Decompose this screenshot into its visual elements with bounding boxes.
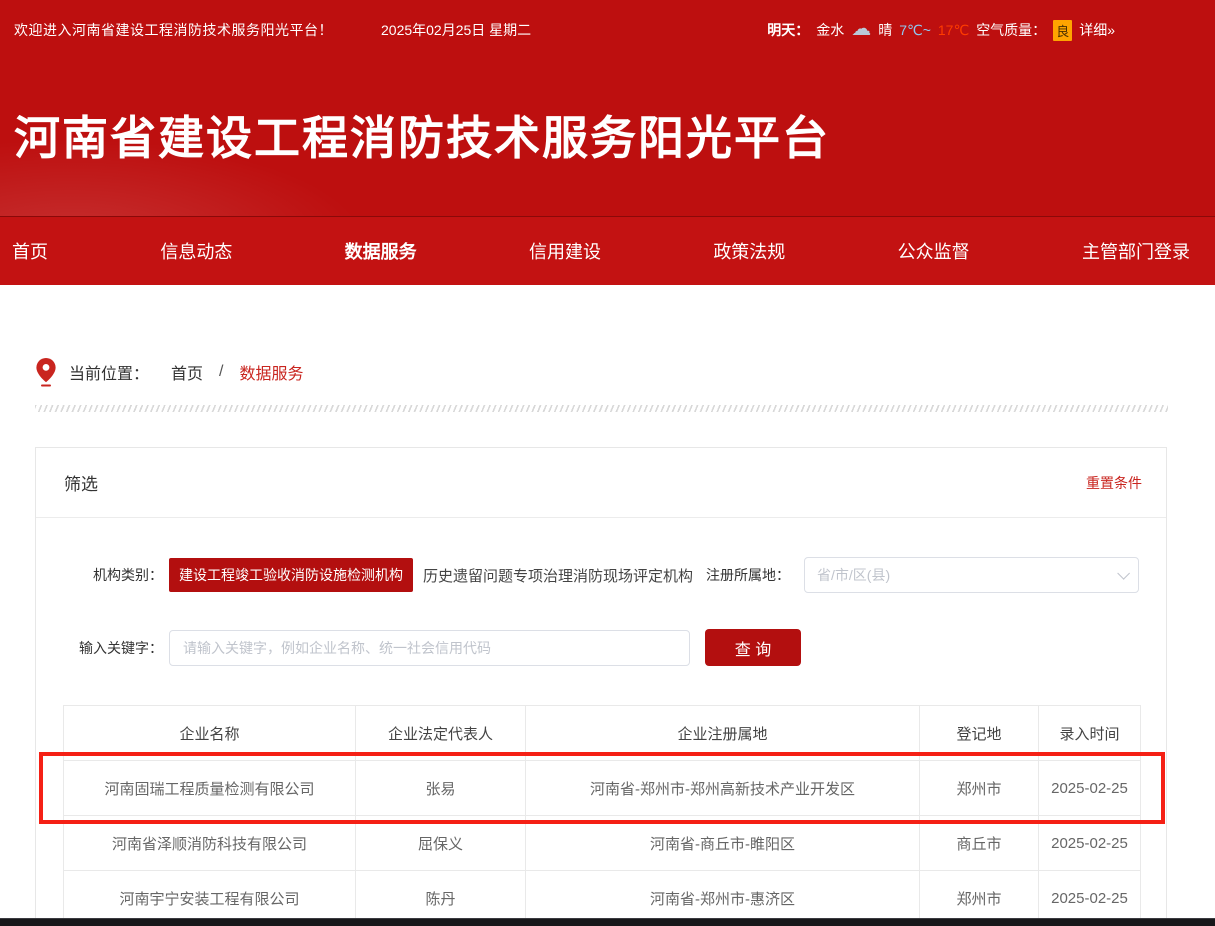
weather-widget: 明天： 金水 ☁ 晴 7℃~ 17℃ 空气质量： 良 详细» (767, 20, 1115, 41)
nav-item-news[interactable]: 信息动态 (160, 238, 232, 264)
table-header-row: 企业名称 企业法定代表人 企业注册属地 登记地 录入时间 (64, 706, 1141, 761)
air-quality-badge: 良 (1053, 20, 1072, 41)
breadcrumb-home-link[interactable]: 首页 (171, 360, 203, 384)
region-label: 注册所属地： (706, 565, 790, 585)
cell-company-name: 河南固瑞工程质量检测有限公司 (64, 761, 356, 816)
category-filter-row: 机构类别： 建设工程竣工验收消防设施检测机构 历史遗留问题专项治理消防现场评定机… (63, 557, 1139, 593)
breadcrumb: 当前位置： 首页 / 数据服务 (35, 355, 1215, 389)
nav-item-supervision[interactable]: 公众监督 (898, 238, 970, 264)
weather-detail-link[interactable]: 详细» (1079, 20, 1115, 40)
keyword-input[interactable] (169, 630, 690, 666)
filter-panel: 筛选 重置条件 机构类别： 建设工程竣工验收消防设施检测机构 历史遗留问题专项治… (35, 447, 1167, 926)
date-text: 2025年02月25日 星期二 (381, 20, 531, 40)
breadcrumb-current-link[interactable]: 数据服务 (239, 360, 303, 384)
reset-filters-link[interactable]: 重置条件 (1086, 473, 1142, 493)
weather-condition: 晴 (878, 20, 892, 40)
location-label: 当前位置： (69, 360, 149, 384)
cell-registered-location: 河南省-郑州市-郑州高新技术产业开发区 (526, 761, 920, 816)
region-select-placeholder: 省/市/区(县) (817, 565, 1117, 585)
category-option-selected[interactable]: 建设工程竣工验收消防设施检测机构 (169, 558, 413, 592)
region-select[interactable]: 省/市/区(县) (804, 557, 1139, 593)
main-nav: 首页 信息动态 数据服务 信用建设 政策法规 公众监督 主管部门登录 (0, 216, 1215, 285)
region-filter-group: 注册所属地： 省/市/区(县) (706, 557, 1139, 593)
cloud-weather-icon: ☁ (851, 19, 871, 39)
slash-divider (35, 405, 1168, 412)
tomorrow-label: 明天： (767, 20, 809, 40)
table-row[interactable]: 河南省泽顺消防科技有限公司 屈保义 河南省-商丘市-睢阳区 商丘市 2025-0… (64, 816, 1141, 871)
nav-item-admin-login[interactable]: 主管部门登录 (1082, 238, 1190, 264)
nav-item-home[interactable]: 首页 (12, 238, 48, 264)
filter-panel-title: 筛选 (64, 470, 98, 495)
col-company-name: 企业名称 (64, 706, 356, 761)
site-banner: 河南省建设工程消防技术服务阳光平台 (0, 60, 1215, 216)
cell-legal-representative: 张易 (356, 761, 526, 816)
temp-high: 17℃ (938, 22, 969, 39)
district-name: 金水 (816, 20, 844, 40)
filter-panel-body: 机构类别： 建设工程竣工验收消防设施检测机构 历史遗留问题专项治理消防现场评定机… (36, 557, 1166, 926)
breadcrumb-separator: / (219, 363, 223, 381)
nav-item-data-service[interactable]: 数据服务 (345, 238, 417, 264)
col-registration-city: 登记地 (920, 706, 1039, 761)
cell-company-name: 河南省泽顺消防科技有限公司 (64, 816, 356, 871)
air-quality-label: 空气质量： (976, 20, 1046, 40)
welcome-text: 欢迎进入河南省建设工程消防技术服务阳光平台！ (14, 20, 333, 40)
temp-low: 7℃~ (899, 22, 931, 39)
cell-registration-city: 商丘市 (920, 816, 1039, 871)
keyword-label: 输入关键字： (63, 638, 163, 658)
page: 欢迎进入河南省建设工程消防技术服务阳光平台！ 2025年02月25日 星期二 明… (0, 0, 1215, 926)
top-info-bar: 欢迎进入河南省建设工程消防技术服务阳光平台！ 2025年02月25日 星期二 明… (0, 0, 1215, 60)
site-title: 河南省建设工程消防技术服务阳光平台 (14, 102, 1215, 168)
col-legal-representative: 企业法定代表人 (356, 706, 526, 761)
filter-panel-header: 筛选 重置条件 (36, 448, 1166, 518)
location-pin-icon (35, 357, 57, 387)
category-label: 机构类别： (63, 565, 163, 585)
col-registered-location: 企业注册属地 (526, 706, 920, 761)
cell-registration-city: 郑州市 (920, 761, 1039, 816)
cell-entry-date: 2025-02-25 (1039, 816, 1141, 871)
nav-item-credit[interactable]: 信用建设 (529, 238, 601, 264)
category-option-unselected[interactable]: 历史遗留问题专项治理消防现场评定机构 (423, 565, 693, 586)
keyword-filter-row: 输入关键字： 查 询 (63, 629, 1139, 666)
chevron-down-icon (1117, 567, 1130, 580)
cell-entry-date: 2025-02-25 (1039, 761, 1141, 816)
col-entry-date: 录入时间 (1039, 706, 1141, 761)
bottom-edge-strip (0, 918, 1215, 926)
table-row-highlighted[interactable]: 河南固瑞工程质量检测有限公司 张易 河南省-郑州市-郑州高新技术产业开发区 郑州… (64, 761, 1141, 816)
search-button[interactable]: 查 询 (705, 629, 801, 666)
nav-item-policy[interactable]: 政策法规 (713, 238, 785, 264)
cell-legal-representative: 屈保义 (356, 816, 526, 871)
cell-registered-location: 河南省-商丘市-睢阳区 (526, 816, 920, 871)
results-table: 企业名称 企业法定代表人 企业注册属地 登记地 录入时间 河南固瑞工程质量检测有… (63, 705, 1141, 926)
